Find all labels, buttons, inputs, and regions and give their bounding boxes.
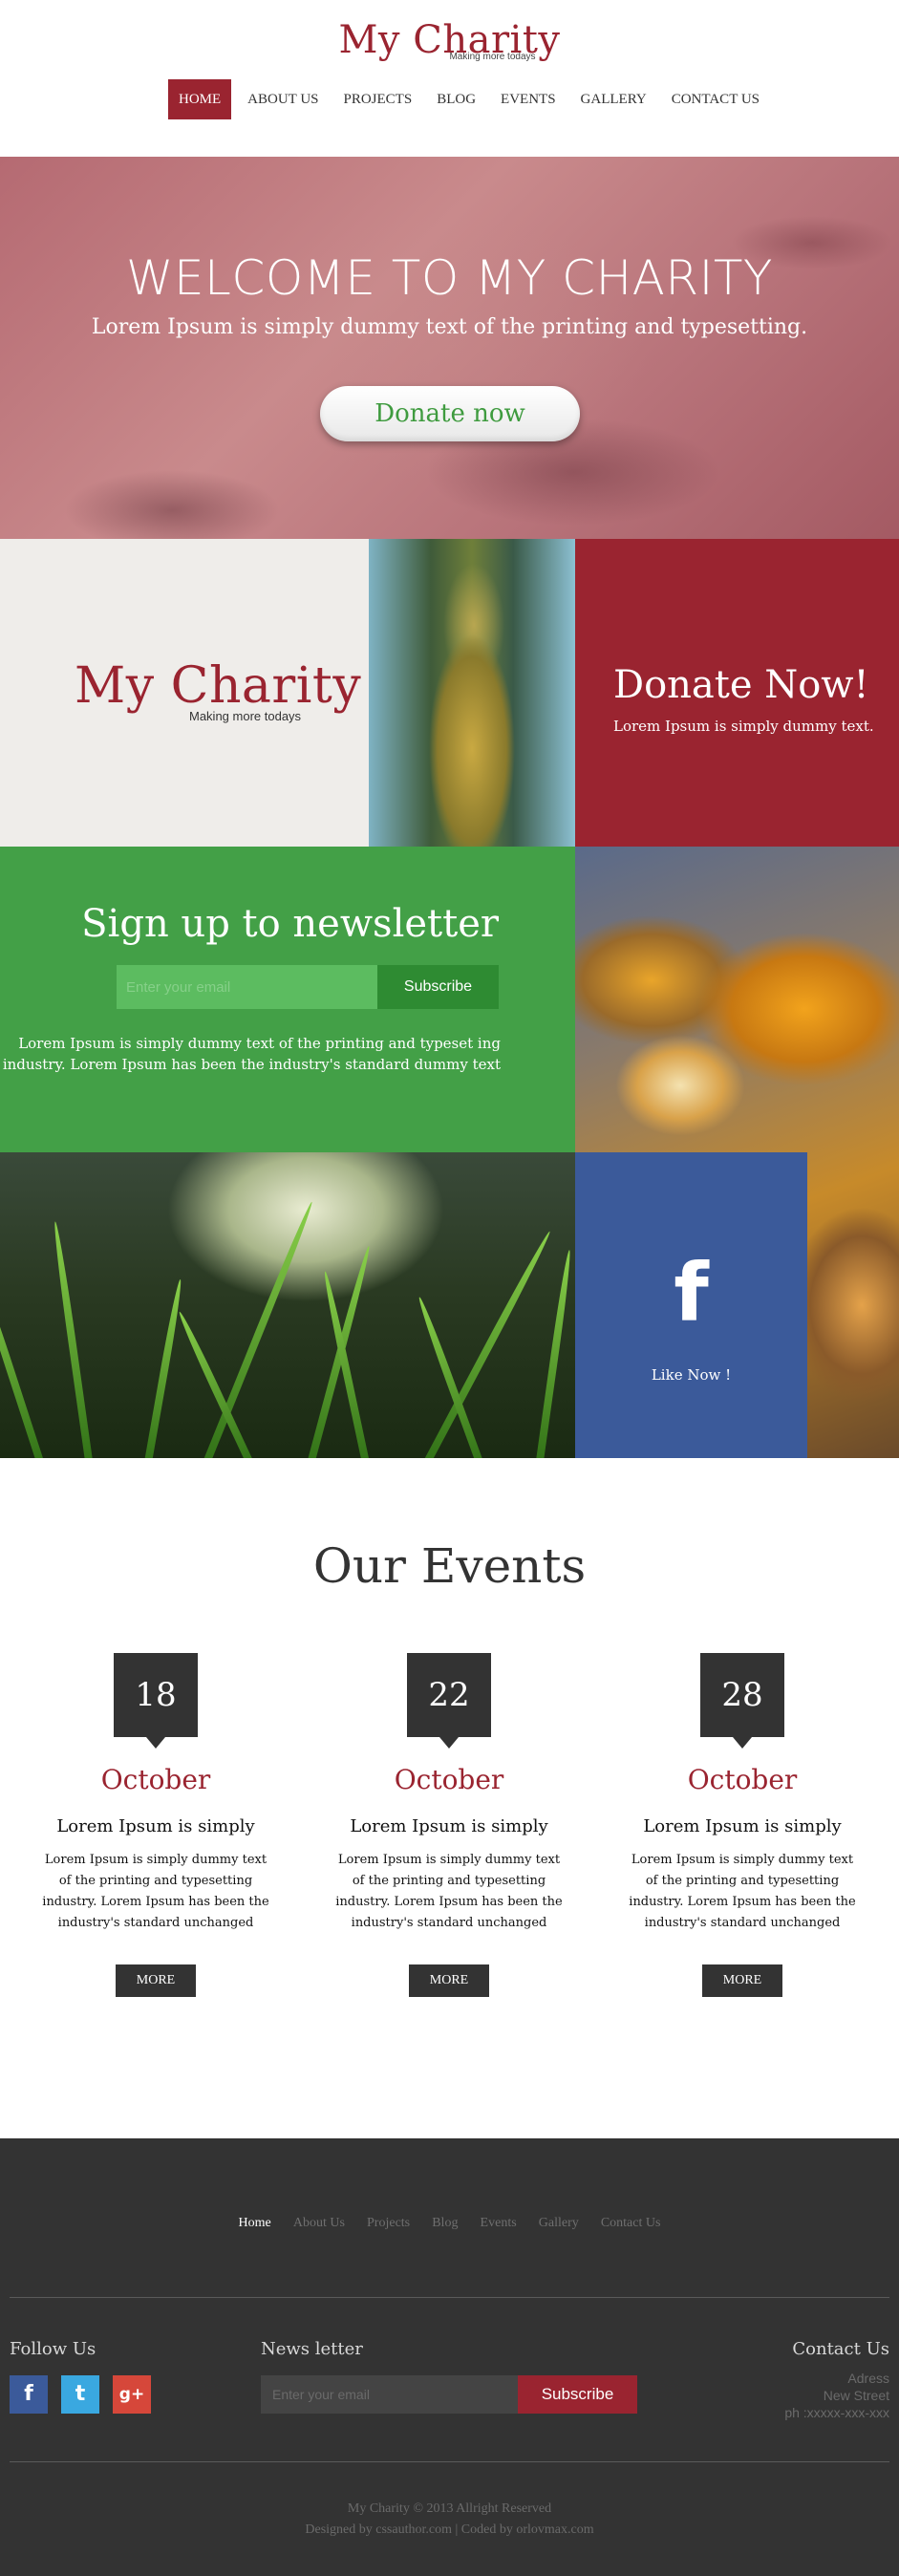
grass-blade — [143, 1278, 184, 1458]
event-month: October — [687, 1764, 798, 1795]
donate-tile-title: Donate Now! — [613, 663, 869, 707]
contact-phone: ph :xxxxx-xxx-xxx — [784, 2405, 889, 2420]
nav-item-blog[interactable]: BLOG — [428, 79, 484, 119]
event-heading: Lorem Ipsum is simply — [350, 1816, 548, 1836]
event-more-button[interactable]: MORE — [702, 1964, 782, 1997]
hero-banner: WELCOME TO MY CHARITY Lorem Ipsum is sim… — [0, 157, 899, 539]
event-text: Lorem Ipsum is simply dummy text of the … — [335, 1853, 563, 1930]
footer-divider — [10, 2297, 889, 2298]
event-card: 18 October Lorem Ipsum is simply Lorem I… — [32, 1653, 280, 1997]
newsletter-text: Lorem Ipsum is simply dummy text of the … — [2, 1035, 501, 1073]
donate-tile[interactable]: Donate Now! Lorem Ipsum is simply dummy … — [575, 539, 899, 847]
contact-address-label: Adress — [847, 2371, 889, 2386]
footer-nav-about-us[interactable]: About Us — [293, 2216, 345, 2231]
nav-item-contact-us[interactable]: CONTACT US — [663, 79, 768, 119]
site-logo[interactable]: My Charity Making more todays — [0, 21, 899, 62]
grass-blade — [0, 1266, 46, 1458]
newsletter-title: Sign up to newsletter — [81, 902, 499, 946]
event-text: Lorem Ipsum is simply dummy text of the … — [629, 1853, 856, 1930]
footer-nav-contact-us[interactable]: Contact Us — [601, 2216, 661, 2231]
follow-us-title: Follow Us — [10, 2339, 96, 2359]
newsletter-tile: Sign up to newsletter Subscribe Lorem Ip… — [0, 847, 575, 1152]
main-nav: HOME ABOUT US PROJECTS BLOG EVENTS GALLE… — [168, 79, 776, 119]
tile-logo-tagline: Making more todays — [189, 709, 302, 723]
grass-blade — [201, 1200, 316, 1458]
site-footer: Home About Us Projects Blog Events Galle… — [0, 2138, 899, 2576]
event-month: October — [394, 1764, 504, 1795]
contact-street: New Street — [823, 2388, 889, 2403]
event-date-badge: 18 — [114, 1653, 198, 1749]
grass-photo — [0, 1152, 575, 1458]
event-more-button[interactable]: MORE — [116, 1964, 196, 1997]
hero-subtitle: Lorem Ipsum is simply dummy text of the … — [91, 315, 808, 339]
tile-logo-text: My Charity — [75, 657, 362, 715]
footer-nav-blog[interactable]: Blog — [432, 2216, 458, 2231]
event-month: October — [100, 1764, 211, 1795]
newsletter-email-input[interactable] — [117, 965, 377, 1009]
donate-now-button[interactable]: Donate now — [320, 386, 580, 441]
footer-newsletter-title: News letter — [261, 2339, 363, 2359]
nav-item-home[interactable]: HOME — [168, 79, 232, 119]
footer-divider — [10, 2461, 889, 2462]
footer-nav-home[interactable]: Home — [239, 2216, 271, 2231]
nav-item-projects[interactable]: PROJECTS — [335, 79, 421, 119]
event-more-button[interactable]: MORE — [409, 1964, 489, 1997]
logo-text: My Charity — [338, 18, 561, 62]
footer-nav-events[interactable]: Events — [481, 2216, 517, 2231]
grass-blade — [51, 1220, 94, 1458]
event-card: 28 October Lorem Ipsum is simply Lorem I… — [618, 1653, 867, 1997]
donate-tile-text: Lorem Ipsum is simply dummy text. — [613, 718, 874, 735]
footer-email-input[interactable] — [261, 2375, 518, 2414]
facebook-icon[interactable]: f — [10, 2375, 48, 2414]
nav-item-gallery[interactable]: GALLERY — [572, 79, 655, 119]
grass-blade — [420, 1229, 553, 1458]
event-date-badge: 22 — [407, 1653, 491, 1749]
event-card: 22 October Lorem Ipsum is simply Lorem I… — [325, 1653, 573, 1997]
events-title: Our Events — [312, 1538, 587, 1594]
footer-nav: Home About Us Projects Blog Events Galle… — [0, 2212, 899, 2231]
tree-photo — [369, 539, 575, 847]
grass-blade — [321, 1270, 371, 1458]
facebook-icon: f — [674, 1246, 709, 1340]
contact-us-title: Contact Us — [792, 2339, 889, 2359]
footer-nav-gallery[interactable]: Gallery — [539, 2216, 579, 2231]
footer-nav-projects[interactable]: Projects — [367, 2216, 410, 2231]
event-heading: Lorem Ipsum is simply — [643, 1816, 842, 1836]
event-heading: Lorem Ipsum is simply — [56, 1816, 255, 1836]
hero-title: WELCOME TO MY CHARITY — [126, 250, 773, 306]
nav-item-about-us[interactable]: ABOUT US — [239, 79, 327, 119]
event-text: Lorem Ipsum is simply dummy text of the … — [42, 1853, 269, 1930]
twitter-icon[interactable]: t — [61, 2375, 99, 2414]
event-date-badge: 28 — [700, 1653, 784, 1749]
site-header: My Charity Making more todays HOME ABOUT… — [0, 0, 899, 157]
facebook-like-tile[interactable]: f Like Now ! — [575, 1152, 807, 1458]
facebook-like-label: Like Now ! — [651, 1366, 732, 1384]
newsletter-subscribe-button[interactable]: Subscribe — [377, 965, 499, 1009]
footer-subscribe-button[interactable]: Subscribe — [518, 2375, 637, 2414]
credits-text: Designed by cssauthor.com | Coded by orl… — [305, 2522, 594, 2537]
copyright-text: My Charity © 2013 Allright Reserved — [347, 2501, 552, 2516]
logo-tile: My Charity Making more todays — [0, 539, 369, 847]
nav-item-events[interactable]: EVENTS — [492, 79, 565, 119]
google-plus-icon[interactable]: g+ — [113, 2375, 151, 2414]
grass-blade — [535, 1249, 573, 1458]
